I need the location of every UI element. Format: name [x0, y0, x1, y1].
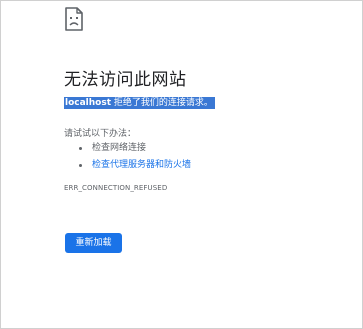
- sad-page-icon: [65, 7, 83, 31]
- suggestions-heading: 请试试以下办法：: [64, 129, 137, 139]
- suggestions-list: 检查网络连接 检查代理服务器和防火墙: [79, 140, 191, 174]
- bullet-icon: [79, 147, 82, 150]
- browser-error-page: 无法访问此网站 localhost 拒绝了我们的连接请求。 请试试以下办法： 检…: [0, 0, 363, 329]
- suggestion-check-proxy[interactable]: 检查代理服务器和防火墙: [79, 157, 191, 174]
- suggestion-text: 检查网络连接: [92, 143, 147, 153]
- error-code: ERR_CONNECTION_REFUSED: [64, 184, 168, 192]
- error-message: 拒绝了我们的连接请求。: [111, 98, 213, 108]
- check-proxy-firewall-link[interactable]: 检查代理服务器和防火墙: [92, 160, 191, 170]
- host-name: localhost: [65, 98, 112, 108]
- error-description: localhost 拒绝了我们的连接请求。: [64, 97, 215, 110]
- reload-button[interactable]: 重新加载: [65, 233, 122, 253]
- selected-text: localhost 拒绝了我们的连接请求。: [64, 97, 215, 109]
- bullet-icon: [79, 164, 82, 167]
- suggestion-check-network: 检查网络连接: [79, 140, 191, 157]
- page-title: 无法访问此网站: [64, 70, 187, 90]
